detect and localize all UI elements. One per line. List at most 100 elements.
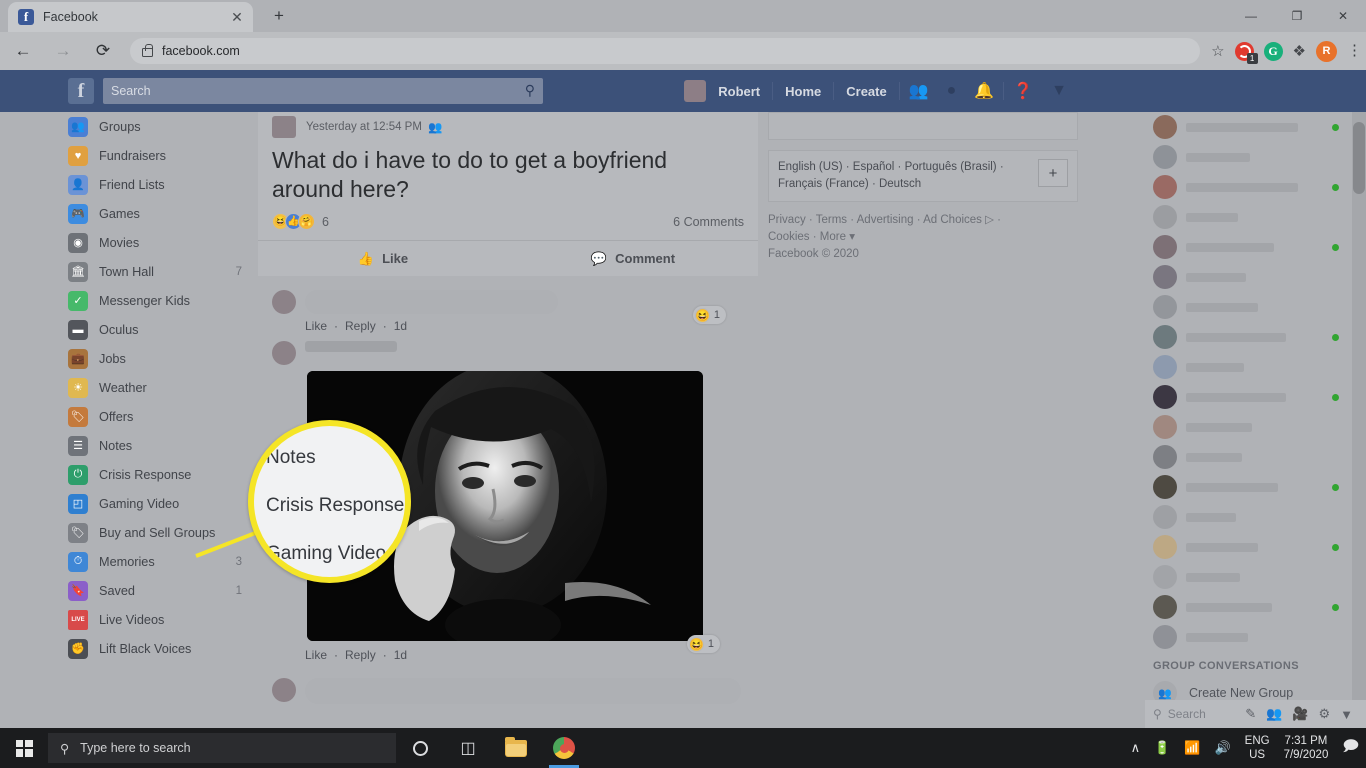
address-bar[interactable]: facebook.com (130, 38, 1201, 64)
language-link[interactable]: English (US) (778, 161, 843, 173)
language-link[interactable]: Français (France) (778, 178, 869, 190)
chat-contact-row[interactable] (1145, 232, 1366, 262)
grammarly-icon[interactable]: G (1263, 41, 1283, 61)
chat-contact-row[interactable] (1145, 262, 1366, 292)
minimize-button[interactable]: — (1228, 0, 1274, 32)
sidebar-item-buy-and-sell-groups[interactable]: 🏷 Buy and Sell Groups (62, 518, 258, 547)
sidebar-item-live-videos[interactable]: LIVE Live Videos (62, 605, 258, 634)
browser-tab-facebook[interactable]: f Facebook ✕ (8, 2, 253, 32)
extension-red-icon[interactable]: 1 (1234, 41, 1258, 64)
legal-link[interactable]: Privacy (768, 214, 806, 226)
scrollbar-thumb[interactable] (1353, 122, 1365, 194)
messenger-icon[interactable]: ● (938, 82, 966, 100)
close-icon[interactable]: ✕ (230, 10, 244, 24)
taskbar-search-input[interactable]: ⚲ Type here to search (48, 733, 396, 763)
chat-contact-row[interactable] (1145, 532, 1366, 562)
comment-button[interactable]: 💬 Comment (508, 241, 758, 276)
sidebar-item-messenger-kids[interactable]: ✓ Messenger Kids (62, 286, 258, 315)
chat-contact-row[interactable] (1145, 202, 1366, 232)
chat-contact-row[interactable] (1145, 382, 1366, 412)
nav-create-link[interactable]: Create (834, 84, 898, 99)
nav-home-link[interactable]: Home (773, 84, 833, 99)
page-scrollbar[interactable] (1352, 112, 1366, 728)
language-indicator[interactable]: ENG US (1245, 734, 1270, 762)
legal-link[interactable]: More (820, 231, 846, 243)
chat-contact-row[interactable] (1145, 622, 1366, 652)
new-tab-button[interactable]: + (265, 2, 293, 30)
chat-search-input[interactable]: ⚲ Search (1153, 707, 1240, 721)
chat-contact-row[interactable] (1145, 172, 1366, 202)
puzzle-extensions-icon[interactable]: ❖ (1293, 42, 1306, 60)
sidebar-item-lift-black-voices[interactable]: ✊ Lift Black Voices (62, 634, 258, 663)
chat-contact-row[interactable] (1145, 142, 1366, 172)
chat-contact-row[interactable] (1145, 502, 1366, 532)
comment-like-link[interactable]: Like (305, 319, 327, 333)
search-icon[interactable]: ⚲ (525, 82, 535, 99)
nav-profile-name[interactable]: Robert (706, 84, 772, 99)
browser-profile-avatar[interactable]: R (1316, 40, 1337, 62)
chat-contact-row[interactable] (1145, 592, 1366, 622)
sidebar-item-fundraisers[interactable]: ♥ Fundraisers (62, 141, 258, 170)
comment-reaction-badge[interactable]: 😆 1 (692, 306, 726, 324)
chat-contact-row[interactable] (1145, 112, 1366, 142)
sidebar-item-town-hall[interactable]: 🏛 Town Hall 7 (62, 257, 258, 286)
sidebar-item-memories[interactable]: ⏱ Memories 3 (62, 547, 258, 576)
sidebar-item-gaming-video[interactable]: ◰ Gaming Video (62, 489, 258, 518)
taskbar-clock[interactable]: 7:31 PM 7/9/2020 (1284, 734, 1329, 762)
chat-contact-row[interactable] (1145, 292, 1366, 322)
chevron-down-icon[interactable]: ▼ (1042, 82, 1076, 100)
sidebar-item-friend-lists[interactable]: 👤 Friend Lists (62, 170, 258, 199)
comment-count[interactable]: 6 Comments (673, 215, 744, 229)
sidebar-item-notes[interactable]: ☰ Notes (62, 431, 258, 460)
help-icon[interactable]: ❓ (1004, 81, 1042, 101)
new-message-icon[interactable]: ✎ (1240, 706, 1261, 722)
facebook-logo-icon[interactable]: f (68, 78, 94, 104)
kebab-menu-icon[interactable]: ⋮ (1347, 43, 1362, 58)
comment-reply-link[interactable]: Reply (345, 648, 376, 662)
bell-icon[interactable]: 🔔 (965, 81, 1003, 101)
sidebar-item-crisis-response[interactable]: ⏻ Crisis Response (62, 460, 258, 489)
tray-chevron-icon[interactable]: ∧ (1131, 740, 1141, 756)
language-link[interactable]: Deutsch (879, 178, 921, 190)
chat-contact-row[interactable] (1145, 562, 1366, 592)
legal-link[interactable]: Cookies (768, 231, 810, 243)
chat-contact-row[interactable] (1145, 442, 1366, 472)
sidebar-item-movies[interactable]: ◉ Movies (62, 228, 258, 257)
sidebar-item-saved[interactable]: 🔖 Saved 1 (62, 576, 258, 605)
language-link[interactable]: Português (Brasil) (905, 161, 997, 173)
chat-contact-row[interactable] (1145, 352, 1366, 382)
reaction-icons[interactable]: 😆 👍 🤗 (272, 213, 315, 230)
maximize-button[interactable]: ❐ (1274, 0, 1320, 32)
legal-link[interactable]: Terms (816, 214, 847, 226)
collapse-icon[interactable]: ▼ (1335, 707, 1358, 722)
sidebar-item-offers[interactable]: 🏷 Offers (62, 402, 258, 431)
avatar[interactable] (272, 290, 296, 314)
back-icon[interactable]: ← (6, 34, 40, 68)
wifi-icon[interactable]: 📶 (1184, 740, 1200, 756)
search-input[interactable]: Search ⚲ (103, 78, 543, 104)
sidebar-item-jobs[interactable]: 💼 Jobs (62, 344, 258, 373)
cortana-icon[interactable] (396, 728, 444, 768)
forward-icon[interactable]: → (46, 34, 80, 68)
video-room-icon[interactable]: 🎥 (1287, 706, 1313, 722)
reload-icon[interactable]: ⟳ (86, 34, 120, 68)
battery-icon[interactable]: 🔋 (1154, 740, 1170, 756)
settings-gear-icon[interactable]: ⚙ (1313, 706, 1335, 722)
avatar[interactable] (272, 116, 296, 138)
friend-requests-icon[interactable]: 👥 (900, 81, 938, 101)
action-center-icon[interactable]: 🗩 (1342, 736, 1359, 761)
comment-reply-link[interactable]: Reply (345, 319, 376, 333)
close-window-button[interactable]: ✕ (1320, 0, 1366, 32)
add-language-button[interactable]: + (1038, 159, 1068, 187)
sidebar-item-oculus[interactable]: ▬ Oculus (62, 315, 258, 344)
volume-icon[interactable]: 🔊 (1214, 740, 1230, 756)
avatar[interactable] (272, 678, 296, 702)
comment-like-link[interactable]: Like (305, 648, 327, 662)
chat-contact-row[interactable] (1145, 322, 1366, 352)
chat-contact-row[interactable] (1145, 472, 1366, 502)
avatar[interactable] (272, 341, 296, 365)
comment-reaction-badge[interactable]: 😆 1 (686, 635, 720, 653)
chrome-icon[interactable] (540, 728, 588, 768)
sidebar-item-weather[interactable]: ☀ Weather (62, 373, 258, 402)
like-button[interactable]: 👍 Like (258, 241, 508, 276)
